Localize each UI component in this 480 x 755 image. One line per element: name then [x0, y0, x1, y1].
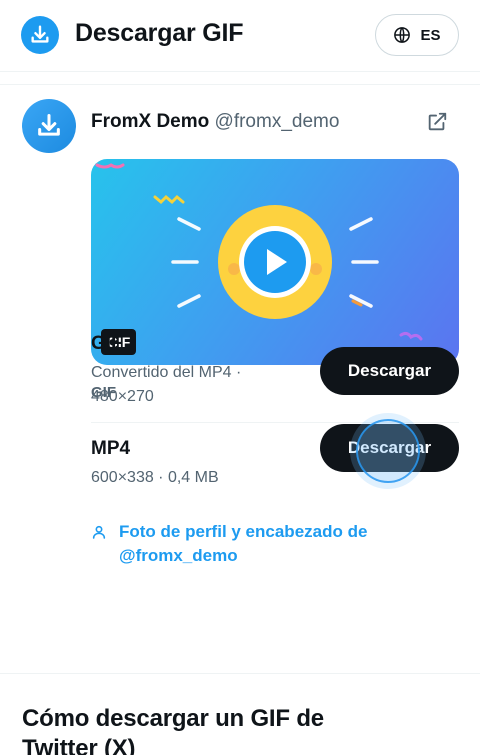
- option-meta: 600×338 · 0,4 MB: [91, 469, 219, 486]
- download-option-gif: GIF Convertido del MP4 · 480×270 Descarg…: [91, 333, 459, 423]
- post-author: FromX Demo @fromx_demo: [91, 111, 339, 133]
- download-icon: [38, 113, 60, 136]
- language-button[interactable]: ES: [375, 14, 459, 56]
- globe-icon: [394, 27, 411, 43]
- download-gif-button[interactable]: Descargar: [320, 347, 459, 395]
- user-icon: [92, 525, 106, 539]
- download-option-mp4: MP4 600×338 · 0,4 MB Descargar: [91, 424, 459, 498]
- author-handle[interactable]: @fromx_demo: [215, 111, 340, 132]
- howto-heading: Cómo descargar un GIF de Twitter (X): [22, 705, 324, 755]
- profile-images-link[interactable]: Foto de perfil y encabezado de @fromx_de…: [91, 520, 421, 568]
- option-meta: Convertido del MP4 · 480×270: [91, 364, 242, 405]
- profile-link-label: Foto de perfil y encabezado de @fromx_de…: [119, 522, 368, 565]
- author-name[interactable]: FromX Demo: [91, 111, 209, 132]
- page-title: Descargar GIF: [75, 19, 244, 47]
- language-label: ES: [420, 26, 441, 44]
- download-icon[interactable]: [21, 16, 59, 54]
- avatar: [22, 99, 76, 153]
- external-link-icon[interactable]: [426, 111, 448, 133]
- download-mp4-button[interactable]: Descargar: [320, 424, 459, 472]
- top-bar: Descargar GIF ES: [0, 0, 480, 72]
